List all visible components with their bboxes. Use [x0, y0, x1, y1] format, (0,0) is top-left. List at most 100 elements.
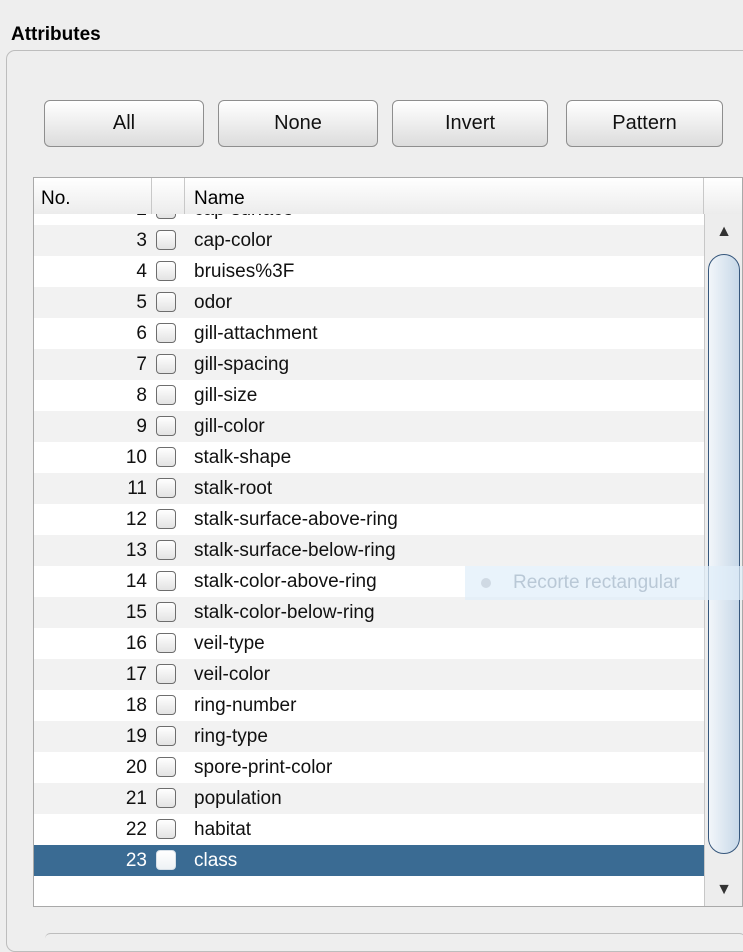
row-number: 13	[125, 540, 147, 561]
snip-mode-icon	[481, 577, 491, 588]
row-checkbox[interactable]	[156, 323, 176, 343]
row-checkbox[interactable]	[156, 354, 176, 374]
row-checkbox[interactable]	[156, 757, 176, 777]
table-row[interactable]: 7 gill-spacing	[34, 349, 704, 380]
row-checkbox[interactable]	[156, 478, 176, 498]
table-row[interactable]: 21 population	[34, 783, 704, 814]
row-checkbox[interactable]	[156, 633, 176, 653]
row-name: odor	[194, 292, 233, 313]
row-number: 6	[136, 323, 147, 344]
row-name: gill-attachment	[194, 323, 318, 344]
vertical-scrollbar[interactable]: ▲ ▼	[704, 214, 742, 906]
row-checkbox[interactable]	[156, 726, 176, 746]
row-name: stalk-shape	[194, 447, 292, 468]
table-row[interactable]: 17 veil-color	[34, 659, 704, 690]
row-number: 16	[125, 633, 147, 654]
row-number: 18	[125, 695, 147, 716]
row-name: habitat	[194, 819, 252, 840]
table-header: No. Name	[34, 178, 742, 215]
snip-overlay: Recorte rectangular	[465, 566, 743, 600]
row-name: cap-color	[194, 230, 273, 251]
row-number: 10	[125, 447, 147, 468]
table-row[interactable]: 23 class	[34, 845, 704, 876]
row-name: cap-surface	[194, 214, 293, 221]
row-name: population	[194, 788, 282, 809]
row-name: veil-type	[194, 633, 265, 654]
attributes-title: Attributes	[11, 24, 101, 45]
row-checkbox[interactable]	[156, 664, 176, 684]
row-checkbox[interactable]	[156, 819, 176, 839]
row-number: 2	[34, 214, 147, 221]
row-name: gill-color	[194, 416, 265, 437]
row-checkbox[interactable]	[156, 447, 176, 467]
column-header-no[interactable]: No.	[34, 178, 152, 214]
row-checkbox[interactable]	[156, 230, 176, 250]
row-name: spore-print-color	[194, 757, 333, 778]
row-number: 7	[136, 354, 147, 375]
table-row[interactable]: 4 bruises%3F	[34, 256, 704, 287]
row-number: 21	[125, 788, 147, 809]
row-name: gill-spacing	[194, 354, 290, 375]
scrollbar-thumb[interactable]	[708, 254, 740, 854]
table-row[interactable]: 11 stalk-root	[34, 473, 704, 504]
row-checkbox[interactable]	[156, 214, 176, 219]
row-number: 15	[125, 602, 147, 623]
table-row[interactable]: 19 ring-type	[34, 721, 704, 752]
table-row[interactable]: 20 spore-print-color	[34, 752, 704, 783]
scroll-down-icon[interactable]: ▼	[705, 878, 742, 902]
table-row-partial[interactable]: 2 cap-surface	[34, 214, 704, 225]
attributes-table: No. Name 2 cap-surface 3 cap-color 4 bruise…	[33, 177, 743, 907]
invert-button[interactable]: Invert	[392, 100, 548, 147]
row-name: veil-color	[194, 664, 271, 685]
row-name: stalk-root	[194, 478, 273, 499]
scroll-up-icon[interactable]: ▲	[705, 220, 742, 244]
row-checkbox[interactable]	[156, 292, 176, 312]
row-number: 17	[125, 664, 147, 685]
row-checkbox[interactable]	[156, 695, 176, 715]
row-number: 19	[125, 726, 147, 747]
table-body: 2 cap-surface 3 cap-color 4 bruises%3F 5 odor…	[34, 214, 704, 906]
row-name: ring-number	[194, 695, 297, 716]
row-number: 3	[136, 230, 147, 251]
snip-overlay-label: Recorte rectangular	[513, 572, 680, 593]
row-number: 20	[125, 757, 147, 778]
table-row[interactable]: 15 stalk-color-below-ring	[34, 597, 704, 628]
row-checkbox[interactable]	[156, 261, 176, 281]
row-checkbox[interactable]	[156, 416, 176, 436]
table-row[interactable]: 16 veil-type	[34, 628, 704, 659]
column-header-checkbox[interactable]	[152, 178, 185, 214]
column-header-name[interactable]: Name	[185, 178, 704, 214]
row-checkbox[interactable]	[156, 509, 176, 529]
row-name: class	[194, 850, 238, 871]
table-row[interactable]: 8 gill-size	[34, 380, 704, 411]
row-name: stalk-surface-below-ring	[194, 540, 396, 561]
row-checkbox[interactable]	[156, 540, 176, 560]
table-row[interactable]: 13 stalk-surface-below-ring	[34, 535, 704, 566]
row-name: stalk-surface-above-ring	[194, 509, 398, 530]
table-row[interactable]: 9 gill-color	[34, 411, 704, 442]
row-checkbox[interactable]	[156, 850, 176, 870]
none-button[interactable]: None	[218, 100, 378, 147]
row-name: gill-size	[194, 385, 258, 406]
all-button[interactable]: All	[44, 100, 204, 147]
table-row[interactable]: 22 habitat	[34, 814, 704, 845]
table-row[interactable]: 18 ring-number	[34, 690, 704, 721]
row-number: 8	[136, 385, 147, 406]
table-row[interactable]: 10 stalk-shape	[34, 442, 704, 473]
table-row[interactable]: 3 cap-color	[34, 225, 704, 256]
pattern-button[interactable]: Pattern	[566, 100, 723, 147]
table-row[interactable]: 12 stalk-surface-above-ring	[34, 504, 704, 535]
row-checkbox[interactable]	[156, 571, 176, 591]
table-row[interactable]: 5 odor	[34, 287, 704, 318]
row-number: 5	[136, 292, 147, 313]
table-row[interactable]: 6 gill-attachment	[34, 318, 704, 349]
row-number: 11	[127, 478, 147, 499]
row-number: 12	[125, 509, 147, 530]
row-number: 22	[125, 819, 147, 840]
row-number: 4	[136, 261, 147, 282]
row-name: stalk-color-below-ring	[194, 602, 375, 623]
row-checkbox[interactable]	[156, 385, 176, 405]
row-number: 23	[125, 850, 147, 871]
row-checkbox[interactable]	[156, 788, 176, 808]
row-checkbox[interactable]	[156, 602, 176, 622]
